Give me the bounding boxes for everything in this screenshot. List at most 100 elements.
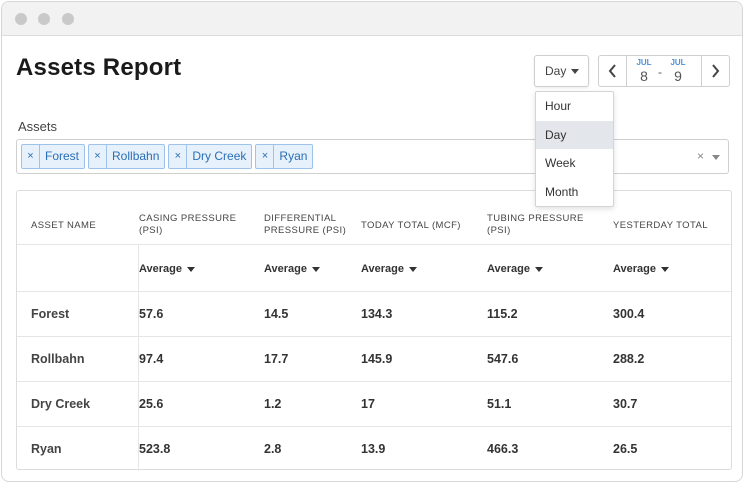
asset-tag-rollbahn: × Rollbahn (88, 144, 166, 169)
asset-tag-forest: × Forest (21, 144, 86, 169)
table-cell: 57.6 (139, 307, 164, 321)
table-cell: 300.4 (613, 307, 645, 321)
aggregate-label: Average (264, 263, 308, 275)
column-header-tubing-pressure[interactable]: TUBING PRESSURE (PSI) (487, 213, 584, 237)
start-date: JUL 8 (632, 58, 656, 84)
end-date: JUL 9 (666, 58, 690, 84)
table-cell: 134.3 (361, 307, 393, 321)
aggregate-select-yesterday-total[interactable]: Average (613, 263, 670, 275)
asset-multiselect[interactable]: × Forest × Rollbahn × Dry Creek × Ryan × (16, 139, 729, 174)
table-cell-asset-name: Dry Creek (31, 397, 91, 411)
column-header-label-line2: PRESSURE (PSI) (264, 225, 347, 236)
table-row[interactable]: Ryan 523.8 2.8 13.9 466.3 26.5 (17, 427, 731, 472)
date-range-display[interactable]: JUL 8 - JUL 9 (627, 56, 701, 86)
column-header-casing-pressure[interactable]: CASING PRESSURE (PSI) (139, 213, 236, 237)
period-select-value: Day (545, 64, 567, 78)
window-titlebar (2, 2, 742, 36)
caret-down-icon (409, 266, 418, 272)
chevron-left-icon (608, 64, 616, 78)
page-title: Assets Report (16, 54, 182, 81)
table-cell: 466.3 (487, 442, 519, 456)
table-row[interactable]: Dry Creek 25.6 1.2 17 51.1 30.7 (17, 382, 731, 427)
aggregate-select-today-total[interactable]: Average (361, 263, 418, 275)
remove-tag-icon[interactable]: × (169, 145, 188, 168)
period-option-hour[interactable]: Hour (536, 92, 613, 121)
window-minimize-button[interactable] (38, 13, 50, 25)
next-date-button[interactable] (701, 56, 729, 86)
column-header-label: YESTERDAY TOTAL (613, 220, 708, 231)
column-header-yesterday-total[interactable]: YESTERDAY TOTAL (613, 220, 708, 232)
start-day: 8 (640, 68, 648, 84)
clear-selection-icon[interactable]: × (697, 149, 704, 163)
remove-tag-icon[interactable]: × (22, 145, 40, 168)
column-header-label: ASSET NAME (31, 220, 97, 231)
caret-down-icon (661, 266, 670, 272)
remove-tag-icon[interactable]: × (256, 145, 275, 168)
table-cell-asset-name: Ryan (31, 442, 62, 456)
aggregate-select-differential-pressure[interactable]: Average (264, 263, 321, 275)
app-window: Assets Report Day JUL 8 - JUL 9 Assets × (1, 1, 743, 482)
table-cell: 115.2 (487, 307, 518, 321)
table-cell-asset-name: Forest (31, 307, 70, 321)
window-maximize-button[interactable] (62, 13, 74, 25)
frozen-column-divider (138, 245, 139, 471)
period-select[interactable]: Day (534, 55, 589, 87)
caret-down-icon (571, 68, 580, 74)
column-header-label: DIFFERENTIAL (264, 213, 337, 224)
table-cell: 288.2 (613, 352, 645, 366)
column-header-label-line2: (PSI) (487, 225, 511, 236)
column-header-today-total[interactable]: TODAY TOTAL (MCF) (361, 220, 461, 232)
column-header-differential-pressure[interactable]: DIFFERENTIAL PRESSURE (PSI) (264, 213, 346, 237)
table-cell: 523.8 (139, 442, 171, 456)
end-day: 9 (674, 68, 682, 84)
chevron-right-icon (712, 64, 720, 78)
caret-down-icon (312, 266, 321, 272)
period-dropdown-menu: Hour Day Week Month (535, 91, 614, 207)
aggregate-label: Average (487, 263, 531, 275)
table-cell: 145.9 (361, 352, 393, 366)
asset-tag-label: Forest (45, 149, 80, 163)
start-month: JUL (636, 58, 652, 67)
window-close-button[interactable] (15, 13, 27, 25)
table-cell: 14.5 (264, 307, 289, 321)
caret-down-icon[interactable] (712, 155, 720, 160)
assets-label: Assets (18, 119, 58, 134)
period-option-month[interactable]: Month (536, 178, 613, 207)
asset-tag-ryan: × Ryan (255, 144, 314, 169)
asset-tags: × Forest × Rollbahn × Dry Creek × Ryan (21, 144, 316, 169)
table-cell: 97.4 (139, 352, 164, 366)
column-header-label: TUBING PRESSURE (487, 213, 584, 224)
aggregate-select-tubing-pressure[interactable]: Average (487, 263, 544, 275)
table-cell: 2.8 (264, 442, 282, 456)
period-option-week[interactable]: Week (536, 149, 613, 178)
table-cell: 13.9 (361, 442, 386, 456)
previous-date-button[interactable] (599, 56, 627, 86)
table-cell: 17 (361, 397, 375, 411)
date-separator: - (658, 65, 662, 79)
asset-tag-dry-creek: × Dry Creek (168, 144, 253, 169)
asset-tag-label: Ryan (279, 149, 308, 163)
table-cell: 26.5 (613, 442, 638, 456)
table-row[interactable]: Forest 57.6 14.5 134.3 115.2 300.4 (17, 292, 731, 337)
table-cell: 30.7 (613, 397, 638, 411)
column-header-label: CASING PRESSURE (139, 213, 237, 224)
table-cell: 1.2 (264, 397, 282, 411)
asset-tag-label: Rollbahn (112, 149, 160, 163)
end-month: JUL (670, 58, 686, 67)
date-range-navigator: JUL 8 - JUL 9 (598, 55, 730, 87)
period-option-day[interactable]: Day (536, 120, 613, 149)
aggregate-label: Average (613, 263, 657, 275)
table-cell-asset-name: Rollbahn (31, 352, 85, 366)
table-cell: 25.6 (139, 397, 164, 411)
aggregate-label: Average (361, 263, 405, 275)
table-cell: 51.1 (487, 397, 512, 411)
aggregate-select-casing-pressure[interactable]: Average (139, 263, 196, 275)
remove-tag-icon[interactable]: × (89, 145, 108, 168)
assets-table: ASSET NAME CASING PRESSURE (PSI) DIFFERE… (16, 190, 732, 472)
table-row[interactable]: Rollbahn 97.4 17.7 145.9 547.6 288.2 (17, 337, 731, 382)
table-cell: 547.6 (487, 352, 519, 366)
column-header-label: TODAY TOTAL (MCF) (361, 220, 461, 231)
aggregate-label: Average (139, 263, 183, 275)
caret-down-icon (187, 266, 196, 272)
column-header-asset-name[interactable]: ASSET NAME (31, 220, 96, 232)
